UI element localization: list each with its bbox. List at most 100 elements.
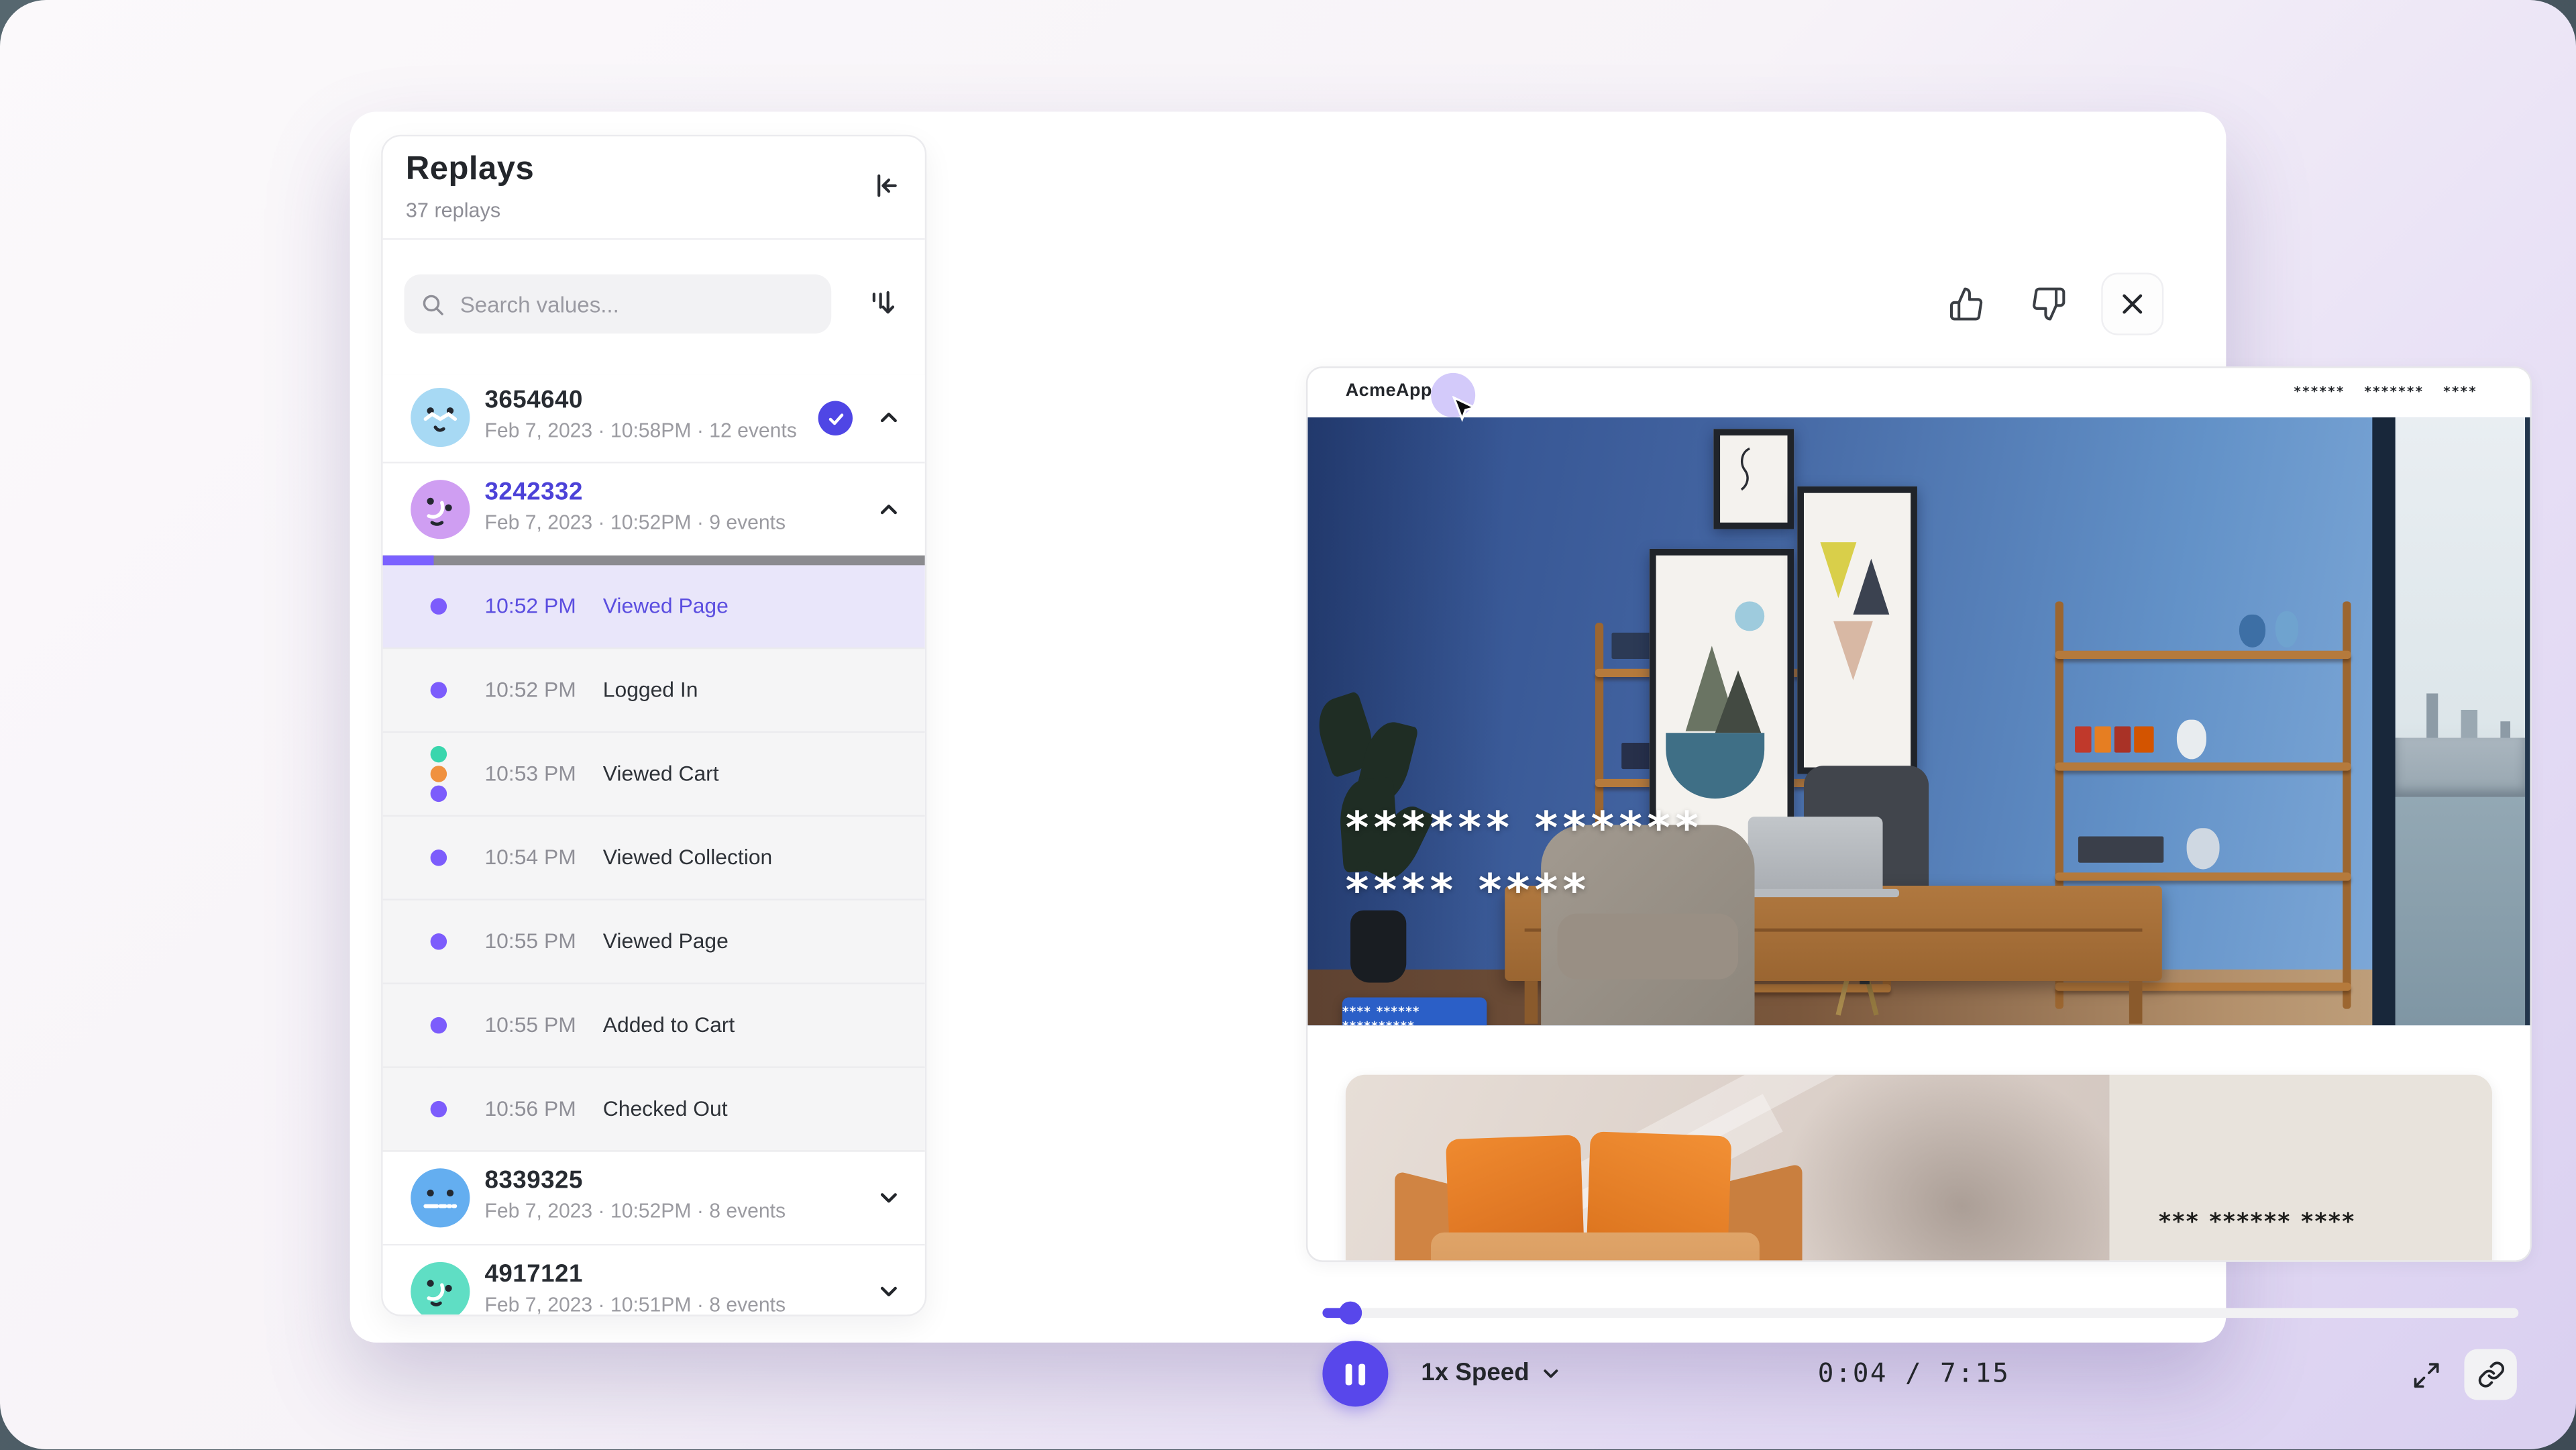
session-row-3654640[interactable]: 3654640 Feb 7, 2023 · 10:58PM · 12 event… xyxy=(383,374,925,463)
replay-count: 37 replays xyxy=(406,199,500,221)
event-label: Viewed Page xyxy=(603,929,729,953)
search-zone xyxy=(383,238,925,376)
session-id: 8339325 xyxy=(484,1167,582,1195)
sort-button[interactable] xyxy=(861,281,904,324)
hero-masked-line2: **** **** xyxy=(1346,861,1591,923)
search-field[interactable] xyxy=(404,274,831,333)
page-title: Replays xyxy=(406,151,534,189)
session-row-4917121[interactable]: 4917121 Feb 7, 2023 · 10:51PM · 8 events xyxy=(383,1245,925,1316)
event-label: Viewed Page xyxy=(603,593,729,618)
replay-modal-window: Replays 37 replays xyxy=(350,112,2226,1343)
event-row[interactable]: 10:52 PM Logged In xyxy=(383,649,925,733)
time-display: 0:04 / 7:15 xyxy=(1697,1357,2131,1389)
player-top-actions xyxy=(1937,273,2163,335)
copy-link-button[interactable] xyxy=(2464,1349,2516,1400)
fullscreen-button[interactable] xyxy=(2405,1354,2448,1397)
event-timeline: 10:52 PM Viewed Page 10:52 PM Logged In xyxy=(383,565,925,1151)
session-row-3242332[interactable]: 3242332 Feb 7, 2023 · 10:52PM · 9 events xyxy=(383,464,925,556)
event-label: Added to Cart xyxy=(603,1013,735,1037)
event-dot-group xyxy=(431,984,447,1066)
close-button[interactable] xyxy=(2101,273,2163,335)
time-separator: / xyxy=(1905,1357,1923,1389)
chevron-up-icon[interactable] xyxy=(875,404,902,430)
session-load-progress-fill xyxy=(383,556,435,566)
replayed-product-card: *** ****** **** xyxy=(1346,1075,2492,1262)
product-masked-text: *** ****** **** xyxy=(2159,1209,2356,1235)
event-dot-group xyxy=(431,649,447,731)
thumbs-up-button[interactable] xyxy=(1937,274,1996,333)
session-id: 4917121 xyxy=(484,1260,582,1288)
chevron-down-icon[interactable] xyxy=(875,1278,902,1304)
chevron-up-icon[interactable] xyxy=(875,497,902,523)
face-icon xyxy=(411,480,470,539)
event-time: 10:56 PM xyxy=(484,1096,576,1121)
replayed-site-brand: AcmeApp xyxy=(1346,381,1432,401)
event-row[interactable]: 10:52 PM Viewed Page xyxy=(383,565,925,649)
face-icon xyxy=(411,1262,470,1316)
event-dot-group xyxy=(431,817,447,898)
thumbs-down-button[interactable] xyxy=(2019,274,2078,333)
thumbs-down-icon xyxy=(2031,286,2067,322)
event-row[interactable]: 10:55 PM Viewed Page xyxy=(383,900,925,984)
hero-masked-line1: ****** ****** xyxy=(1346,798,1703,861)
event-dot-group xyxy=(431,1068,447,1150)
close-icon xyxy=(2119,291,2145,317)
screen: Replays 37 replays xyxy=(0,0,2576,1449)
session-meta: Feb 7, 2023 · 10:52PM · 8 events xyxy=(484,1200,786,1223)
session-row-8339325[interactable]: 8339325 Feb 7, 2023 · 10:52PM · 8 events xyxy=(383,1152,925,1246)
face-icon xyxy=(411,1168,470,1227)
avatar xyxy=(411,1168,470,1227)
session-id-active: 3242332 xyxy=(484,478,582,507)
chevron-down-icon xyxy=(1539,1361,1562,1384)
sort-descending-icon xyxy=(866,286,899,319)
pause-button[interactable] xyxy=(1322,1341,1388,1406)
event-label: Checked Out xyxy=(603,1096,728,1121)
collapse-sidebar-button[interactable] xyxy=(866,166,906,205)
chevron-down-icon[interactable] xyxy=(875,1185,902,1211)
event-time: 10:52 PM xyxy=(484,677,576,702)
pause-icon xyxy=(1346,1363,1352,1384)
scrubber-thumb[interactable] xyxy=(1339,1302,1362,1325)
event-dot-group xyxy=(431,733,447,815)
event-row[interactable]: 10:54 PM Viewed Collection xyxy=(383,817,925,900)
event-row[interactable]: 10:53 PM Viewed Cart xyxy=(383,733,925,817)
face-icon xyxy=(411,388,470,447)
replayed-hero-image: ****** ********** **** **** ****** *****… xyxy=(1307,417,2531,1025)
replays-sidebar: Replays 37 replays xyxy=(381,135,926,1316)
selected-check-badge xyxy=(818,401,853,435)
event-time: 10:53 PM xyxy=(484,761,576,786)
event-time: 10:55 PM xyxy=(484,929,576,953)
event-dot-group xyxy=(431,900,447,982)
event-dot-group xyxy=(431,565,447,647)
speed-selector[interactable]: 1x Speed xyxy=(1421,1359,1562,1387)
avatar xyxy=(411,388,470,447)
playback-scrubber[interactable] xyxy=(1322,1308,2518,1318)
avatar xyxy=(411,480,470,539)
event-row[interactable]: 10:55 PM Added to Cart xyxy=(383,984,925,1068)
search-input[interactable] xyxy=(457,290,792,318)
expand-icon xyxy=(2412,1361,2441,1390)
search-icon xyxy=(421,292,445,317)
session-meta: Feb 7, 2023 · 10:58PM · 12 events xyxy=(484,419,796,442)
thumbs-up-icon xyxy=(1948,286,1984,322)
event-label: Viewed Cart xyxy=(603,761,719,786)
event-label: Logged In xyxy=(603,677,698,702)
event-time: 10:54 PM xyxy=(484,845,576,870)
session-list: 3654640 Feb 7, 2023 · 10:58PM · 12 event… xyxy=(383,374,925,1314)
replayed-cta-button: **** ****** ********** xyxy=(1342,998,1487,1026)
session-meta: Feb 7, 2023 · 10:51PM · 8 events xyxy=(484,1293,786,1316)
session-meta: Feb 7, 2023 · 10:52PM · 9 events xyxy=(484,511,786,534)
session-id: 3654640 xyxy=(484,386,582,415)
avatar xyxy=(411,1262,470,1316)
time-current: 0:04 xyxy=(1818,1357,1888,1389)
collapse-left-icon xyxy=(871,171,900,201)
check-icon xyxy=(826,409,845,428)
replayed-site-header: AcmeApp ****** ******* **** xyxy=(1307,368,2530,417)
sofa-photo xyxy=(1346,1075,2110,1262)
cta-masked-label: **** ****** ********** xyxy=(1342,1003,1487,1025)
event-row[interactable]: 10:56 PM Checked Out xyxy=(383,1068,925,1152)
product-text-panel: *** ****** **** xyxy=(2109,1075,2492,1262)
session-load-progress xyxy=(383,556,925,566)
speed-label: 1x Speed xyxy=(1421,1359,1529,1387)
replay-viewport: AcmeApp ****** ******* **** xyxy=(1306,366,2532,1262)
